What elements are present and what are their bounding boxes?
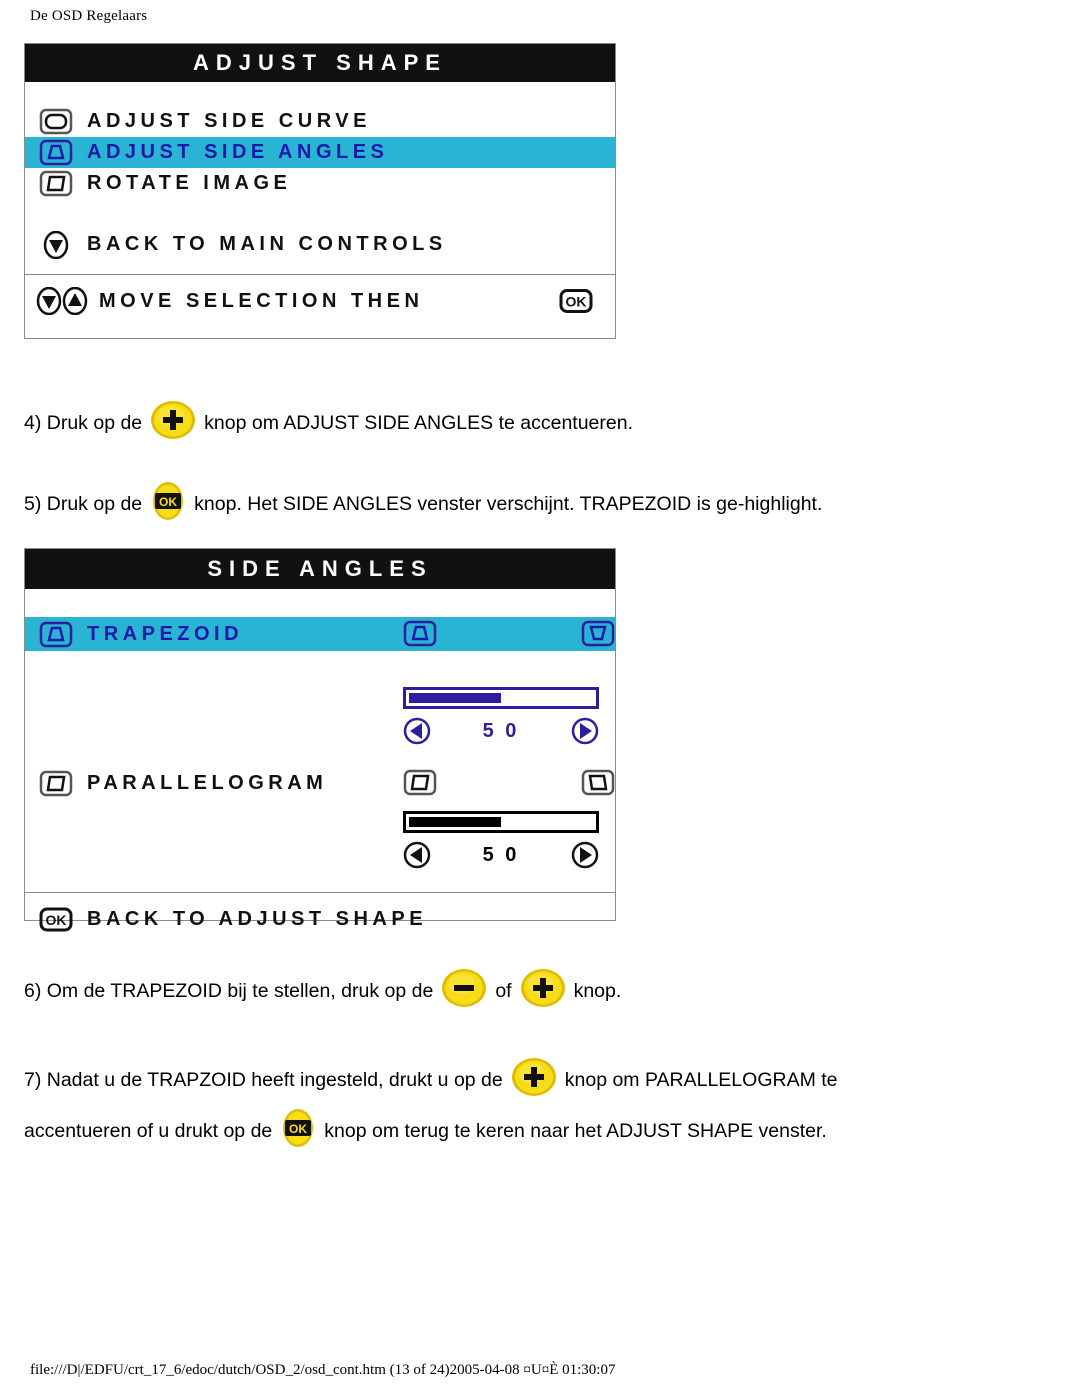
svg-text:OK: OK bbox=[159, 495, 177, 509]
instruction-text: 7) Nadat u de TRAPZOID heeft ingesteld, … bbox=[24, 1068, 503, 1091]
instruction-text: knop om terug te keren naar het ADJUST S… bbox=[324, 1119, 827, 1142]
monitor-parallelogram-right-icon bbox=[581, 769, 615, 796]
osd-control-parallelogram[interactable]: PARALLELOGRAM bbox=[25, 766, 615, 800]
svg-text:OK: OK bbox=[566, 294, 587, 310]
trapezoid-value: 5 0 bbox=[482, 719, 520, 742]
parallelogram-slider-fill bbox=[409, 817, 501, 827]
instruction-step-4: 4) Druk op de knop om ADJUST SIDE ANGLES… bbox=[24, 400, 633, 446]
instruction-text: 6) Om de TRAPEZOID bij te stellen, druk … bbox=[24, 979, 434, 1002]
page-title: De OSD Regelaars bbox=[30, 8, 148, 24]
instruction-step-7-line-1: 7) Nadat u de TRAPZOID heeft ingesteld, … bbox=[24, 1057, 838, 1103]
circle-left-arrow-icon[interactable] bbox=[403, 717, 431, 745]
monitor-rotate-icon bbox=[25, 170, 87, 197]
osd-item-label: ADJUST SIDE ANGLES bbox=[87, 141, 389, 163]
instruction-step-7-line-2: accentueren of u drukt op de OK knop om … bbox=[24, 1108, 827, 1154]
osd-control-label: PARALLELOGRAM bbox=[87, 771, 328, 794]
instruction-text: knop om PARALLELOGRAM te bbox=[564, 1068, 838, 1091]
trapezoid-slider-track[interactable] bbox=[403, 687, 599, 709]
circle-right-arrow-icon[interactable] bbox=[571, 717, 599, 745]
move-selection-arrow-icons bbox=[25, 287, 99, 315]
monitor-rounded-icon bbox=[25, 108, 87, 135]
parallelogram-slider-track[interactable] bbox=[403, 811, 599, 833]
monitor-rotate-icon bbox=[25, 770, 87, 797]
ok-button-icon[interactable]: OK bbox=[149, 481, 187, 527]
plus-button-icon[interactable] bbox=[149, 400, 197, 446]
instruction-text: of bbox=[495, 979, 512, 1002]
osd-title-adjust-shape: ADJUST SHAPE bbox=[25, 44, 615, 82]
trapezoid-stepper: 5 0 bbox=[403, 717, 599, 745]
osd-panel-side-angles: SIDE ANGLES TRAPEZOID 5 0 PARALLELOGRAM … bbox=[24, 548, 616, 931]
monitor-trapezoid-icon bbox=[25, 139, 87, 166]
ok-button-icon[interactable]: OK bbox=[279, 1108, 317, 1154]
minus-button-icon[interactable] bbox=[440, 968, 488, 1014]
osd-footer-label: BACK TO ADJUST SHAPE bbox=[87, 907, 428, 930]
plus-button-icon[interactable] bbox=[519, 968, 567, 1014]
trapezoid-preview-icons bbox=[403, 620, 615, 647]
osd-footer-label: MOVE SELECTION THEN bbox=[99, 289, 424, 312]
plus-button-icon[interactable] bbox=[510, 1057, 558, 1103]
monitor-trapezoid-narrow-top-icon bbox=[581, 620, 615, 647]
osd-item-adjust-side-curve[interactable]: ADJUST SIDE CURVE bbox=[25, 106, 615, 137]
circle-right-arrow-icon[interactable] bbox=[571, 841, 599, 869]
svg-text:OK: OK bbox=[46, 912, 67, 928]
ok-glyph-icon: OK bbox=[25, 907, 87, 932]
footer-file-path: file:///D|/EDFU/crt_17_6/edoc/dutch/OSD_… bbox=[30, 1362, 616, 1378]
osd-panel-adjust-shape: ADJUST SHAPE ADJUST SIDE CURVE ADJUST SI… bbox=[24, 43, 616, 339]
osd-title-side-angles: SIDE ANGLES bbox=[25, 549, 615, 589]
monitor-trapezoid-wide-top-icon bbox=[403, 620, 437, 647]
circle-down-arrow-icon bbox=[25, 230, 87, 259]
osd-item-label: BACK TO MAIN CONTROLS bbox=[87, 233, 447, 255]
instruction-text: accentueren of u drukt op de bbox=[24, 1119, 273, 1142]
osd-item-label: ADJUST SIDE CURVE bbox=[87, 110, 371, 132]
osd-body-side-angles: TRAPEZOID 5 0 PARALLELOGRAM 5 0 OK BACK … bbox=[25, 589, 615, 945]
osd-control-label: TRAPEZOID bbox=[87, 622, 244, 645]
osd-footer-back-to-adjust-shape[interactable]: OK BACK TO ADJUST SHAPE bbox=[25, 893, 615, 945]
osd-item-label: ROTATE IMAGE bbox=[87, 172, 292, 194]
instruction-step-6: 6) Om de TRAPEZOID bij te stellen, druk … bbox=[24, 968, 621, 1014]
instruction-step-5: 5) Druk op de OK knop. Het SIDE ANGLES v… bbox=[24, 481, 822, 527]
parallelogram-preview-icons bbox=[403, 769, 615, 796]
instruction-text: 5) Druk op de bbox=[24, 492, 143, 515]
instruction-text: knop. Het SIDE ANGLES venster verschijnt… bbox=[194, 492, 823, 515]
trapezoid-slider-fill bbox=[409, 693, 501, 703]
circle-left-arrow-icon[interactable] bbox=[403, 841, 431, 869]
osd-body-adjust-shape: ADJUST SIDE CURVE ADJUST SIDE ANGLES ROT… bbox=[25, 82, 615, 327]
monitor-trapezoid-icon bbox=[25, 621, 87, 648]
circle-down-arrow-icon bbox=[36, 287, 62, 315]
parallelogram-stepper: 5 0 bbox=[403, 841, 599, 869]
instruction-text: knop om ADJUST SIDE ANGLES te accentuere… bbox=[204, 411, 634, 434]
instruction-text: 4) Druk op de bbox=[24, 411, 143, 434]
instruction-text: knop. bbox=[573, 979, 622, 1002]
osd-control-trapezoid[interactable]: TRAPEZOID bbox=[25, 617, 615, 651]
osd-item-rotate-image[interactable]: ROTATE IMAGE bbox=[25, 168, 615, 199]
parallelogram-slider-zone: 5 0 bbox=[403, 811, 615, 869]
osd-item-adjust-side-angles[interactable]: ADJUST SIDE ANGLES bbox=[25, 137, 615, 168]
osd-footer-move-selection: MOVE SELECTION THEN OK bbox=[25, 275, 615, 327]
trapezoid-slider-zone: 5 0 bbox=[403, 687, 615, 745]
svg-text:OK: OK bbox=[289, 1122, 307, 1136]
parallelogram-value: 5 0 bbox=[482, 843, 520, 866]
circle-up-arrow-icon bbox=[62, 287, 88, 315]
osd-item-back-to-main-controls[interactable]: BACK TO MAIN CONTROLS bbox=[25, 229, 615, 260]
ok-glyph-icon: OK bbox=[559, 289, 593, 314]
monitor-parallelogram-left-icon bbox=[403, 769, 437, 796]
